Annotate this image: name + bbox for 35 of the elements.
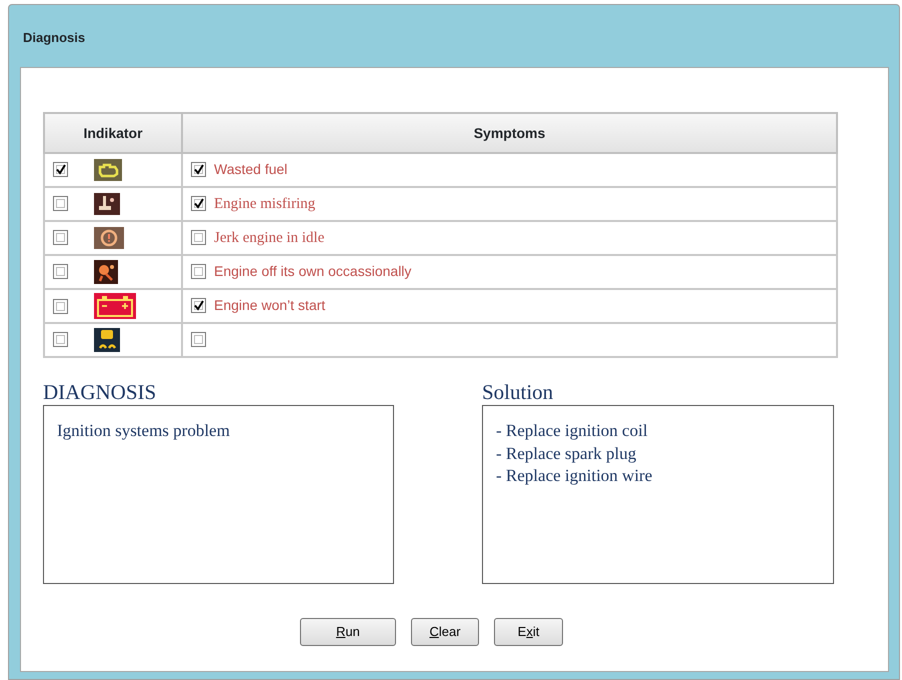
checkbox[interactable] xyxy=(191,298,206,314)
checkbox[interactable] xyxy=(53,230,68,246)
result-line: - Replace spark plug xyxy=(496,444,636,462)
column-header: Indikator xyxy=(83,124,143,140)
checkbox[interactable] xyxy=(191,162,206,178)
checkbox[interactable] xyxy=(191,230,206,246)
brake-light-icon xyxy=(94,226,124,249)
airbag-light-icon xyxy=(94,260,118,284)
engine-light-icon xyxy=(94,158,122,181)
checkbox[interactable] xyxy=(191,264,206,280)
result-line: - Replace ignition coil xyxy=(496,421,648,440)
temperature-light-icon xyxy=(94,192,120,215)
traction-light-icon xyxy=(94,328,120,352)
checkbox[interactable] xyxy=(191,332,206,348)
symptom-text: Wasted fuel xyxy=(214,161,288,178)
checkbox[interactable] xyxy=(53,264,68,280)
action-button[interactable]: Exit xyxy=(494,618,563,646)
checkbox[interactable] xyxy=(53,332,68,348)
solution-label: Solution xyxy=(482,382,554,403)
result-line: - Replace ignition wire xyxy=(496,466,652,485)
window-title: Diagnosis xyxy=(23,30,86,45)
symptom-text: Engine won’t start xyxy=(214,297,326,314)
checkbox[interactable] xyxy=(53,298,68,314)
checkbox[interactable] xyxy=(53,196,68,212)
checkbox[interactable] xyxy=(53,162,68,178)
action-button[interactable]: Clear xyxy=(411,618,479,646)
symptom-text: Engine off its own occassionally xyxy=(214,263,412,280)
battery-light-icon xyxy=(94,293,136,319)
symptom-text: Jerk engine in idle xyxy=(214,230,324,246)
diagnosis-label: DIAGNOSIS xyxy=(43,382,158,403)
action-button[interactable]: Run xyxy=(300,618,396,646)
checkbox[interactable] xyxy=(191,196,206,212)
result-line: Ignition systems problem xyxy=(57,421,230,440)
column-header: Symptoms xyxy=(474,124,546,140)
symptom-text: Engine misfiring xyxy=(214,196,316,212)
